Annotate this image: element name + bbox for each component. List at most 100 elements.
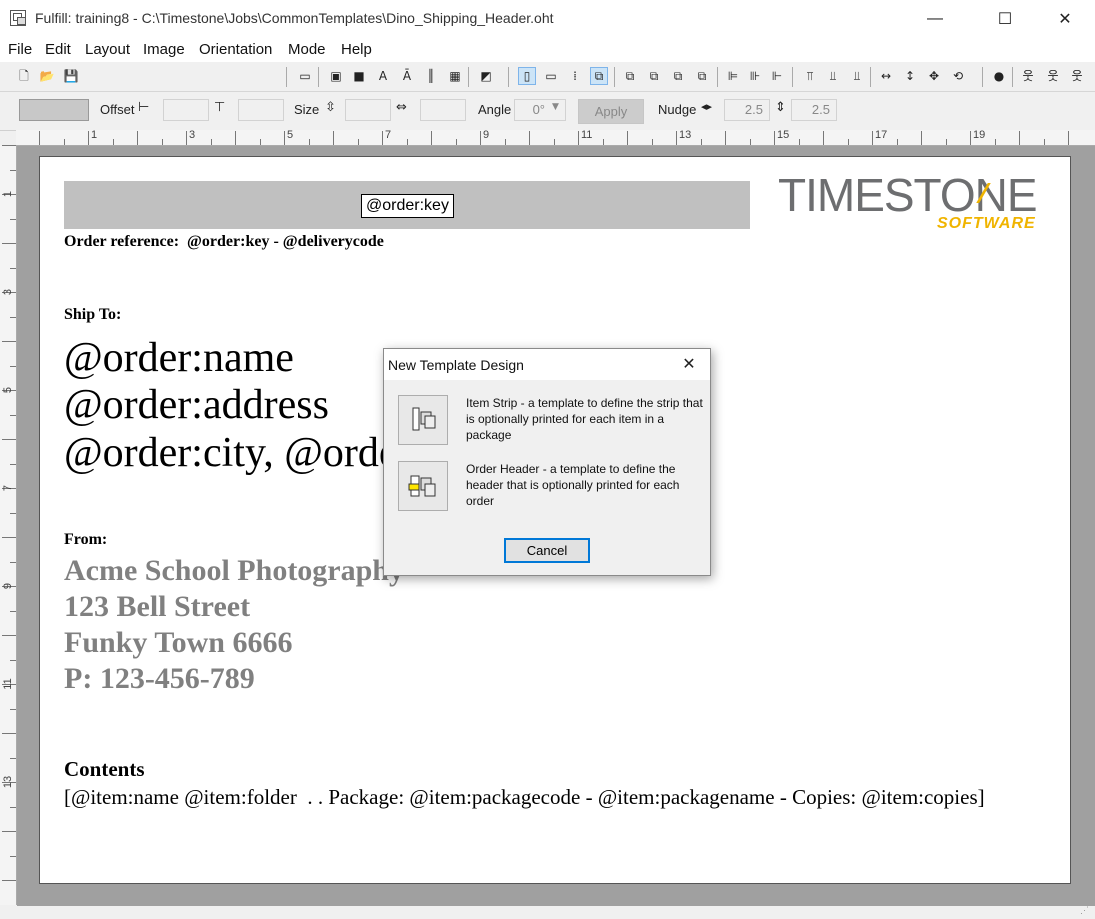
send-backward-icon[interactable]: ⧉ [646,68,662,84]
menu-image[interactable]: Image [143,41,185,58]
open-folder-icon[interactable]: 📂 [39,68,55,84]
person-left-icon[interactable]: 웃 [1020,68,1036,84]
ruler-tick [676,131,677,145]
nudge-x-field[interactable]: 2.5 [724,99,770,121]
contents-line[interactable]: [@item:name @item:folder . . Package: @i… [64,785,985,810]
menu-mode[interactable]: Mode [288,41,326,58]
from-line[interactable]: Acme School Photography [64,553,404,589]
menu-help[interactable]: Help [341,41,372,58]
align-bottom-icon[interactable]: ⫫ [849,68,865,84]
select-rect-icon[interactable]: ▭ [297,68,313,84]
from-line[interactable]: 123 Bell Street [64,589,250,625]
from-line[interactable]: Funky Town 6666 [64,625,292,661]
send-back-icon[interactable]: ⧉ [694,68,710,84]
ruler-tick [504,139,506,145]
ruler-label: 3 [2,288,14,296]
ruler-tick [2,537,16,538]
align-middle-icon[interactable]: ⫫ [825,68,841,84]
frame-layout-icon[interactable]: ▭ [543,68,559,84]
from-line[interactable]: P: 123-456-789 [64,661,255,697]
image-fill-icon[interactable]: ■ [351,68,367,84]
ruler-label: 9 [2,582,14,590]
ship-to-label[interactable]: Ship To: [64,306,121,324]
minimize-button[interactable]: — [912,0,958,38]
same-width-icon[interactable]: ↔ [878,68,894,84]
cancel-button[interactable]: Cancel [504,538,590,563]
offset-x-field[interactable] [163,99,209,121]
ruler-label: 11 [581,130,593,141]
person-right-icon[interactable]: 웃 [1069,68,1085,84]
toolbar-separator [508,67,509,87]
ruler-tick [823,131,824,145]
bring-front-icon[interactable]: ⧉ [670,68,686,84]
order-reference-text[interactable]: Order reference: @order:key - @deliveryc… [64,233,384,251]
app-icon[interactable] [10,10,26,26]
ruler-tick [945,139,947,145]
offset-y-field[interactable] [238,99,284,121]
ruler-label: 9 [483,130,490,141]
order-address-text[interactable]: @order:address [64,381,329,429]
size-height-field[interactable] [345,99,391,121]
from-label[interactable]: From: [64,531,107,549]
angle-label: Angle [478,102,512,117]
close-icon[interactable]: ✕ [676,353,702,375]
apply-button[interactable]: Apply [578,99,644,124]
ruler-tick [161,139,163,145]
save-icon[interactable]: 💾 [63,68,79,84]
timestone-logo: TIMESTONE SOFTWARE [778,171,1038,243]
ruler-label: 7 [2,484,14,492]
ruler-tick [10,855,16,857]
ruler-tick [872,131,873,145]
ruler-tick [284,131,285,145]
chevron-down-icon[interactable]: ▼ [552,102,559,112]
menu-file[interactable]: File [8,41,32,58]
menu-layout[interactable]: Layout [85,41,130,58]
maximize-button[interactable]: ☐ [982,0,1028,38]
align-right-icon[interactable]: ⊩ [769,68,785,84]
close-window-button[interactable]: ✕ [1042,0,1088,38]
contents-label[interactable]: Contents [64,757,145,782]
align-center-icon[interactable]: ⊪ [747,68,763,84]
new-document-icon[interactable]: 🗋 [16,68,32,84]
same-height-icon[interactable]: ↕ [902,68,918,84]
ruler-tick [896,139,898,145]
grid-pattern-icon[interactable]: ▦ [447,68,463,84]
nudge-y-field[interactable]: 2.5 [791,99,837,121]
ruler-tick [357,139,359,145]
text-icon[interactable]: A [375,68,391,84]
menu-orientation[interactable]: Orientation [199,41,272,58]
bring-forward-icon[interactable]: ⧉ [622,68,638,84]
ruler-tick [725,131,726,145]
group-icon[interactable]: ⧉ [590,67,608,85]
page-layout-icon[interactable]: ▯ [518,67,536,85]
ruler-tick [749,139,751,145]
align-top-icon[interactable]: ⫪ [802,68,818,84]
person-center-icon[interactable]: 웃 [1045,68,1061,84]
align-left-icon[interactable]: ⊫ [725,68,741,84]
ruler-tick [10,365,16,367]
resize-grip-icon[interactable]: ⋰ [1080,904,1092,916]
ruler-tick [480,131,481,145]
order-header-button[interactable] [398,461,448,511]
dotted-grid-icon[interactable]: ⁞ [567,68,583,84]
image-icon[interactable]: ▣ [328,68,344,84]
order-name-text[interactable]: @order:name [64,334,294,382]
barcode-icon[interactable]: ║ [423,68,439,84]
ruler-tick [308,139,310,145]
record-icon[interactable]: ● [991,68,1007,84]
rotate-icon[interactable]: ⟲ [950,68,966,84]
tag-icon[interactable]: ◩ [478,68,494,84]
toolbar-separator [870,67,871,87]
order-key-box[interactable]: @order:key [361,194,454,218]
same-size-icon[interactable]: ✥ [926,68,942,84]
color-swatch[interactable] [19,99,89,121]
menu-edit[interactable]: Edit [45,41,71,58]
ruler-tick [10,561,16,563]
ruler-tick [112,139,114,145]
item-strip-button[interactable] [398,395,448,445]
size-width-field[interactable] [420,99,466,121]
ruler-tick [10,169,16,171]
ruler-label: 7 [385,130,392,141]
text-box-icon[interactable]: Ā [399,68,415,84]
nudge-vertical-icon: ⇕ [775,100,786,115]
